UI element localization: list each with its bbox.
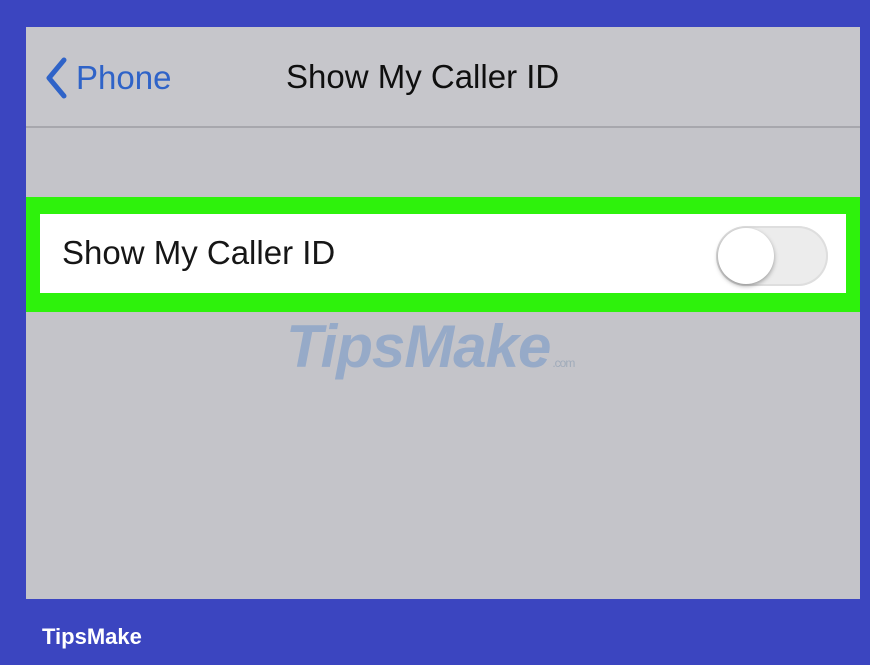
row-label: Show My Caller ID (62, 234, 336, 271)
caller-id-toggle[interactable] (716, 226, 828, 286)
back-button[interactable]: Phone (44, 55, 171, 101)
settings-row-show-caller-id: Show My Caller ID (40, 214, 846, 293)
watermark-suffix: .com (552, 356, 575, 370)
navigation-bar: Phone Show My Caller ID (26, 27, 860, 128)
watermark-text: TipsMake (286, 313, 551, 380)
chevron-left-icon (44, 57, 68, 99)
phone-screen: Phone Show My Caller ID Show My Caller I… (26, 27, 860, 599)
toggle-knob (718, 228, 774, 284)
brand-label: TipsMake (42, 624, 142, 649)
tutorial-frame: Phone Show My Caller ID Show My Caller I… (0, 0, 870, 665)
highlight-box: Show My Caller ID (26, 197, 860, 312)
page-title: Show My Caller ID (286, 58, 560, 95)
watermark-logo: TipsMake .com (286, 312, 575, 381)
back-label: Phone (76, 59, 172, 96)
